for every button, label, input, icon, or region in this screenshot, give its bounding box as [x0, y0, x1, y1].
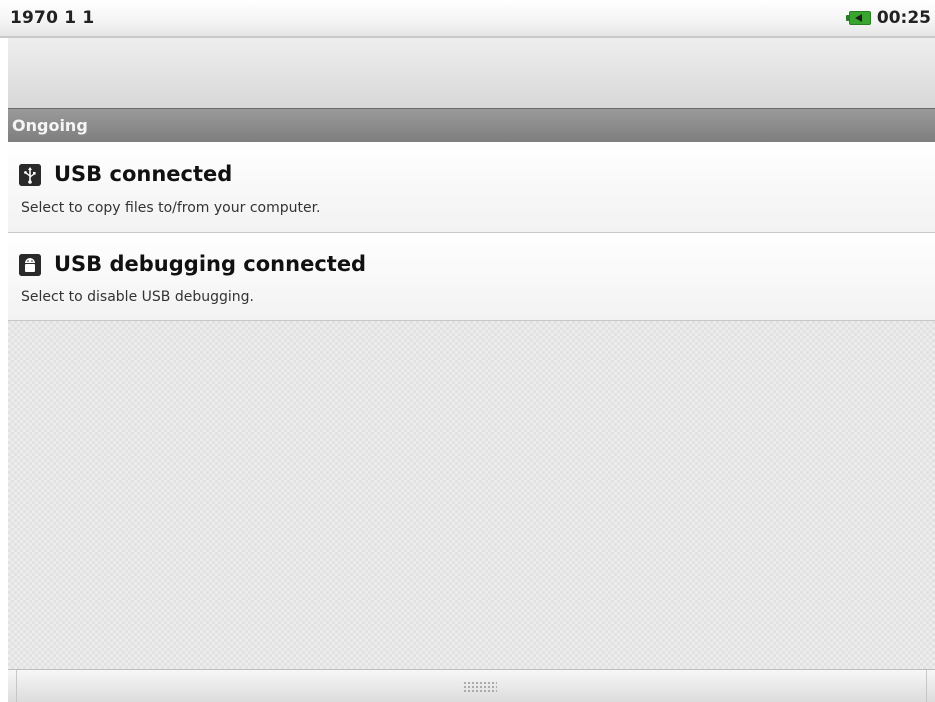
- empty-notification-area: [8, 321, 935, 669]
- shade-close-handle[interactable]: [8, 669, 935, 702]
- shade-header-band: [8, 38, 935, 108]
- status-time: 00:25: [876, 8, 931, 28]
- status-right-cluster: 00:25: [845, 8, 931, 28]
- notification-text: Select to copy files to/from your comput…: [21, 200, 321, 216]
- handle-frame: [16, 670, 927, 702]
- status-bar[interactable]: 1970 1 1 00:25: [0, 0, 935, 38]
- battery-charging-icon: [845, 11, 871, 25]
- notification-usb-debugging[interactable]: USB debugging connected Select to disabl…: [8, 233, 935, 321]
- notification-title: USB connected: [54, 162, 233, 186]
- notification-shade: 1970 1 1 00:25 Ongoing USB connected Sel…: [0, 0, 935, 702]
- section-header-ongoing: Ongoing: [8, 108, 935, 142]
- status-date: 1970 1 1: [10, 8, 95, 28]
- usb-icon: [19, 164, 41, 186]
- android-debug-icon: [19, 254, 41, 276]
- grip-icon: [463, 681, 497, 693]
- notification-text: Select to disable USB debugging.: [21, 289, 254, 305]
- notification-title: USB debugging connected: [54, 252, 367, 276]
- notification-usb-connected[interactable]: USB connected Select to copy files to/fr…: [8, 142, 935, 233]
- section-header-label: Ongoing: [12, 116, 88, 135]
